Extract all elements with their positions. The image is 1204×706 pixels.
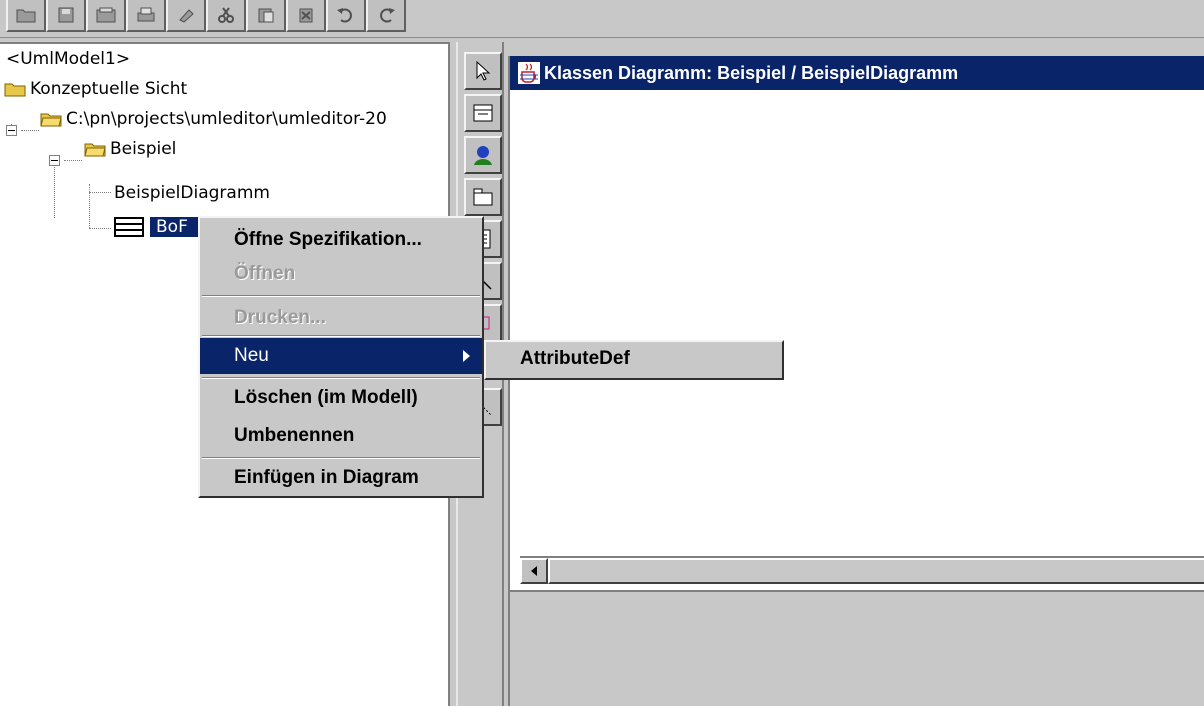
save-all-icon[interactable] [86, 0, 126, 32]
redo-icon[interactable] [366, 0, 406, 32]
context-menu: Öffne Spezifikation... Öffnen Drucken...… [198, 216, 484, 498]
paste-icon[interactable] [246, 0, 286, 32]
cut-icon[interactable] [206, 0, 246, 32]
delete-icon[interactable] [286, 0, 326, 32]
menu-item-rename[interactable]: Umbenennen [200, 418, 482, 454]
tree-item-label: C:\pn\projects\umleditor\umleditor-20 [66, 109, 387, 129]
undo-icon[interactable] [326, 0, 366, 32]
tree-connector [21, 130, 39, 131]
save-icon[interactable] [46, 0, 86, 32]
folder-icon [4, 83, 26, 97]
menu-item-delete[interactable]: Löschen (im Modell) [200, 380, 482, 416]
java-cup-icon [518, 62, 540, 84]
menu-item-insert-in-diagram[interactable]: Einfügen in Diagram [200, 460, 482, 496]
tree-root[interactable]: <UmlModel1> [6, 46, 130, 72]
class-icon[interactable] [464, 94, 502, 132]
tree-connector [64, 160, 82, 161]
diagram-title: Klassen Diagramm: Beispiel / BeispielDia… [544, 63, 959, 83]
horizontal-scrollbar[interactable] [520, 556, 1204, 584]
menu-item-new-label: Neu [234, 345, 269, 366]
menu-item-open[interactable]: Öffnen [200, 256, 482, 292]
select-arrow-icon[interactable] [464, 52, 502, 90]
class-icon [114, 217, 144, 237]
package-icon[interactable] [464, 178, 502, 216]
open-folder-icon [40, 113, 62, 127]
lower-panel [508, 590, 1204, 706]
tree-connector [89, 192, 111, 193]
diagram-window: Klassen Diagramm: Beispiel / BeispielDia… [508, 56, 1204, 590]
toolbar [0, 0, 1204, 38]
menu-item-open-specification[interactable]: Öffne Spezifikation... [200, 222, 482, 258]
submenu-arrow-icon [463, 350, 470, 362]
open-folder-icon [84, 143, 106, 157]
scroll-thumb[interactable] [548, 558, 1204, 584]
tree-item-beispiel[interactable]: Beispiel [84, 136, 176, 162]
print-icon[interactable] [126, 0, 166, 32]
menu-item-new[interactable]: Neu [200, 338, 482, 374]
diagram-title-bar[interactable]: Klassen Diagramm: Beispiel / BeispielDia… [510, 56, 1204, 90]
tree-item-konzeptuelle-sicht[interactable]: Konzeptuelle Sicht [4, 76, 187, 102]
tree-root-label: <UmlModel1> [6, 49, 131, 69]
collapse-toggle-icon[interactable] [49, 155, 60, 166]
tree-item-label: Konzeptuelle Sicht [30, 79, 188, 99]
menu-separator [202, 335, 480, 337]
menu-item-print[interactable]: Drucken... [200, 300, 482, 336]
tree-item-project-path[interactable]: C:\pn\projects\umleditor\umleditor-20 [40, 106, 387, 132]
menu-separator [202, 377, 480, 379]
tree-connector [89, 184, 90, 228]
collapse-toggle-icon[interactable] [6, 125, 17, 136]
tree-item-beispieldiagramm[interactable]: BeispielDiagramm [114, 180, 270, 206]
tree-connector [89, 228, 111, 229]
tree-item-label: BeispielDiagramm [114, 183, 270, 203]
scroll-left-icon[interactable] [520, 558, 548, 584]
submenu-item-attributedef[interactable]: AttributeDef [486, 342, 782, 378]
tree-item-label: Beispiel [110, 139, 177, 159]
submenu-new: AttributeDef [484, 340, 784, 380]
actor-icon[interactable] [464, 136, 502, 174]
menu-separator [202, 457, 480, 459]
open-icon[interactable] [6, 0, 46, 32]
copy-icon[interactable] [166, 0, 206, 32]
menu-separator [202, 295, 480, 297]
